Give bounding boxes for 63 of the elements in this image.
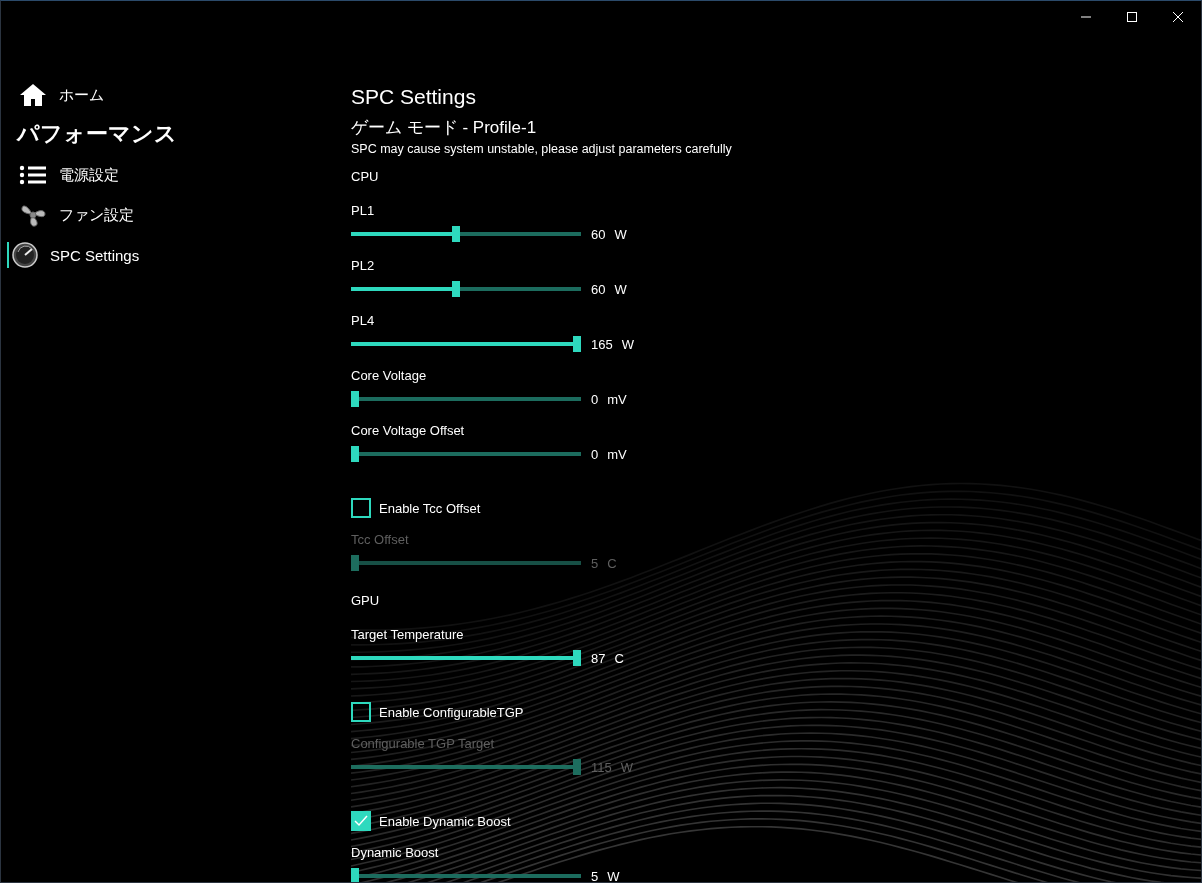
list-icon — [19, 165, 47, 185]
checkbox[interactable] — [351, 498, 371, 518]
nav-item[interactable]: 電源設定 — [7, 155, 119, 195]
unit-label: W — [620, 759, 633, 775]
slider[interactable] — [351, 650, 581, 666]
checkbox-label: Enable ConfigurableTGP — [379, 704, 524, 720]
slider-thumb[interactable] — [573, 650, 581, 666]
slider-label: PL1 — [351, 202, 376, 220]
slider-thumb[interactable] — [452, 226, 460, 242]
slider-thumb[interactable] — [573, 336, 581, 352]
slider-thumb[interactable] — [351, 446, 359, 462]
slider[interactable] — [351, 336, 581, 352]
slider-label: Core Voltage — [351, 367, 428, 385]
checkbox[interactable] — [351, 811, 371, 831]
unit-label: W — [614, 226, 627, 242]
gauge-icon — [12, 242, 38, 268]
maximize-icon — [1126, 11, 1138, 23]
slider[interactable] — [351, 446, 581, 462]
section-header: パフォーマンス — [15, 120, 177, 148]
slider[interactable] — [351, 226, 581, 242]
slider-value: 60 — [591, 226, 606, 242]
unit-label: W — [607, 868, 620, 882]
profile-subtitle: ゲーム モード - Profile-1 — [351, 117, 538, 139]
slider[interactable] — [351, 868, 581, 882]
checkbox-label: Enable Tcc Offset — [379, 500, 481, 516]
slider-value: 165 — [591, 336, 613, 352]
warning-text: SPC may cause system unstable, please adjust parameters carefully — [351, 141, 733, 158]
slider[interactable] — [351, 391, 581, 407]
slider-thumb[interactable] — [351, 868, 359, 882]
slider-thumb[interactable] — [452, 281, 460, 297]
nav-item[interactable]: ホーム — [7, 75, 104, 115]
slider-thumb[interactable] — [351, 391, 359, 407]
nav-item[interactable]: SPC Settings — [7, 242, 140, 268]
unit-label: W — [621, 336, 634, 352]
section-heading: CPU — [351, 168, 380, 186]
unit-label: mV — [607, 391, 627, 407]
slider-label: Target Temperature — [351, 626, 465, 644]
nav-item[interactable]: ファン設定 — [7, 195, 134, 235]
slider-value: 0 — [591, 446, 599, 462]
slider-label: Tcc Offset — [351, 531, 410, 549]
unit-label: W — [614, 281, 627, 297]
slider-label: PL4 — [351, 312, 376, 330]
checkbox-label: Enable Dynamic Boost — [379, 813, 511, 829]
slider-label: PL2 — [351, 257, 376, 275]
slider-value: 60 — [591, 281, 606, 297]
page-title: SPC Settings — [351, 84, 477, 110]
slider-value: 5 — [591, 868, 599, 882]
slider-value: 5 — [591, 555, 599, 571]
checkbox[interactable] — [351, 702, 371, 722]
unit-label: mV — [607, 446, 627, 462]
home-icon — [19, 83, 47, 107]
slider-label: Configurable TGP Target — [351, 735, 496, 753]
section-heading: GPU — [351, 592, 381, 610]
slider-value: 115 — [591, 759, 612, 775]
slider-value: 0 — [591, 391, 599, 407]
slider-label: Core Voltage Offset — [351, 422, 466, 440]
unit-label: C — [614, 650, 624, 666]
slider-label: Dynamic Boost — [351, 844, 440, 862]
propeller-icon — [19, 202, 47, 228]
close-icon — [1172, 11, 1184, 23]
slider-value: 87 — [591, 650, 606, 666]
slider[interactable] — [351, 281, 581, 297]
unit-label: C — [607, 555, 617, 571]
